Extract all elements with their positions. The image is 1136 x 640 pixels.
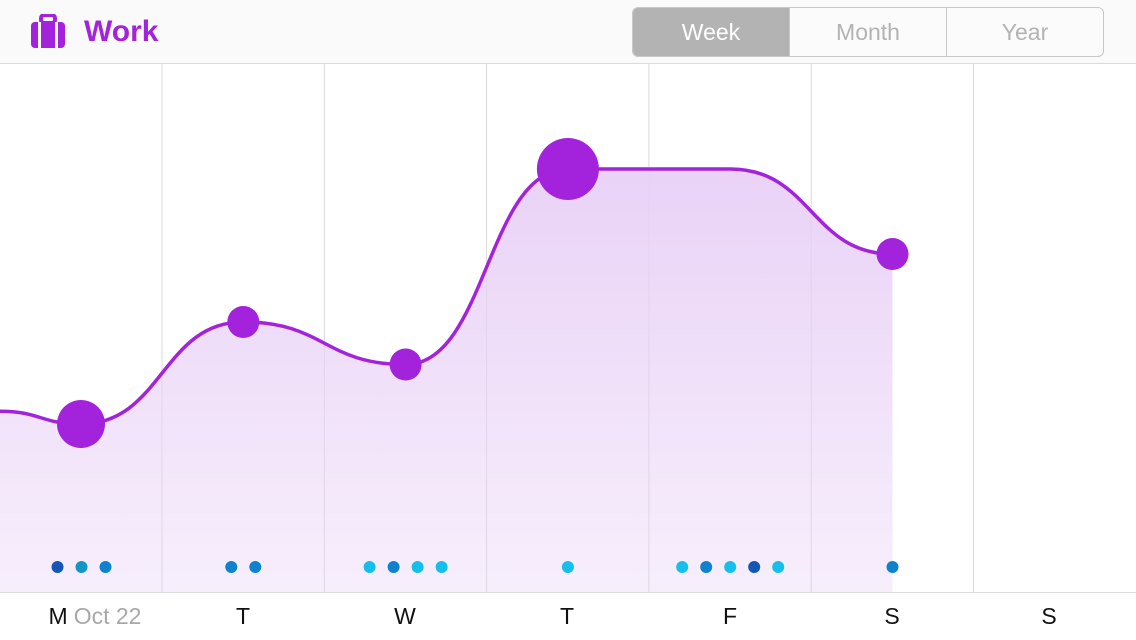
segment-year[interactable]: Year — [946, 8, 1103, 56]
entry-dot — [99, 561, 112, 573]
entry-dot — [772, 561, 785, 573]
data-point — [536, 138, 599, 200]
area-fill — [0, 169, 893, 592]
entry-dot — [724, 561, 737, 573]
period-segmented-control: Week Month Year — [632, 7, 1104, 57]
entry-dot — [435, 561, 448, 573]
entry-dot — [561, 561, 574, 573]
day-label-wed: W — [394, 603, 416, 629]
entry-dot — [75, 561, 88, 573]
day-label-fri: F — [722, 603, 738, 629]
day-label-mon: M Oct 22 — [48, 603, 142, 629]
entry-dot — [411, 561, 424, 573]
segment-month[interactable]: Month — [789, 8, 946, 56]
entry-dot — [676, 561, 689, 573]
entry-dot — [748, 561, 761, 573]
day-label-sun: S — [1041, 603, 1057, 629]
entry-dot — [886, 561, 899, 573]
chart — [0, 64, 974, 592]
day-label-tue: T — [235, 603, 251, 629]
data-point — [876, 238, 909, 270]
entry-dot — [387, 561, 400, 573]
page-title: Work — [84, 15, 159, 48]
day-label-sat: S — [884, 603, 900, 629]
briefcase-icon — [31, 14, 65, 48]
entry-dot — [225, 561, 238, 573]
entry-dot — [249, 561, 262, 573]
segment-week[interactable]: Week — [633, 8, 789, 56]
first-date-label: Oct 22 — [73, 603, 142, 629]
entry-dot — [363, 561, 376, 573]
day-label-thu: T — [559, 603, 575, 629]
header: Work Week Month Year — [0, 0, 1136, 64]
entry-dot — [700, 561, 713, 573]
data-point — [389, 348, 422, 381]
data-point — [227, 306, 260, 338]
day-axis: M Oct 22 T W T F S S — [0, 592, 1136, 640]
entry-dot — [51, 561, 64, 573]
data-point — [57, 400, 105, 448]
